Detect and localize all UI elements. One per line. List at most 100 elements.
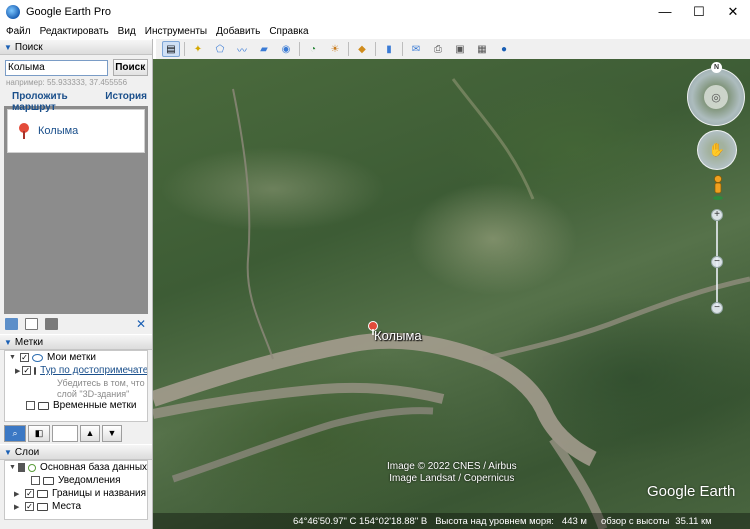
layer-row-primary-db[interactable]: ▼ Основная база данных — [5, 461, 147, 474]
menu-view[interactable]: Вид — [118, 26, 136, 37]
checkbox[interactable]: ✓ — [20, 353, 29, 362]
layers-panel-header[interactable]: ▼ Слои — [0, 444, 152, 460]
view-in-maps-icon[interactable]: ▦ — [473, 41, 491, 57]
search-button[interactable]: Поиск — [112, 59, 148, 76]
ruler-icon[interactable]: ▮ — [380, 41, 398, 57]
print-icon[interactable] — [45, 318, 58, 330]
minimize-button[interactable]: — — [648, 0, 682, 23]
window-title: Google Earth Pro — [26, 5, 111, 18]
look-around-icon[interactable]: ◎ — [704, 85, 728, 109]
places-panel-header[interactable]: ▼ Метки — [0, 334, 152, 350]
checkbox[interactable]: ✓ — [22, 366, 32, 375]
earth-gallery-icon[interactable]: ● — [495, 41, 513, 57]
tree-row-temporary[interactable]: Временные метки — [5, 399, 147, 412]
credit-line: Image Landsat / Copernicus — [389, 473, 515, 484]
search-input[interactable]: Колыма — [5, 59, 108, 76]
copy-icon[interactable] — [25, 318, 38, 330]
sidebar-toggle-icon[interactable]: ▤ — [162, 41, 180, 57]
history-link[interactable]: История — [105, 91, 147, 106]
historical-imagery-icon[interactable]: ◔ — [304, 41, 322, 57]
checkbox[interactable] — [26, 401, 35, 410]
zoom-slider[interactable]: + − − — [711, 209, 723, 319]
collapse-triangle-icon[interactable]: ▼ — [4, 338, 12, 347]
move-down-icon[interactable]: ▼ — [102, 424, 122, 442]
sidebar: ▼ Поиск Колыма Поиск например: 55.933333… — [0, 39, 153, 529]
layer-label[interactable]: Места — [52, 501, 81, 512]
tree-label[interactable]: Временные метки — [53, 400, 136, 411]
folder-add-icon[interactable] — [5, 318, 18, 330]
menu-add[interactable]: Добавить — [216, 26, 260, 37]
search-panel-title: Поиск — [14, 41, 43, 53]
tree-label[interactable]: Мои метки — [47, 352, 96, 363]
map-place-label[interactable]: Колыма — [374, 328, 422, 343]
tree-label-link[interactable]: Тур по достопримечате — [40, 365, 147, 376]
map-view[interactable]: Колыма Image © 2022 CNES / Airbus Image … — [153, 59, 750, 529]
maximize-button[interactable]: ☐ — [682, 0, 716, 23]
search-result-label[interactable]: Колыма — [38, 125, 78, 137]
add-image-overlay-icon[interactable]: ▰ — [255, 41, 273, 57]
folder-icon — [34, 366, 37, 375]
layer-label[interactable]: Уведомления — [58, 475, 121, 486]
credit-line: Image © 2022 CNES / Airbus — [387, 461, 517, 472]
north-indicator[interactable]: N — [711, 62, 722, 73]
eye-altitude-value: 35.11 км — [675, 515, 712, 527]
add-placemark-icon[interactable]: ✦ — [189, 41, 207, 57]
checkbox[interactable] — [31, 476, 40, 485]
tree-note: Убедитесь в том, что — [57, 377, 145, 388]
elevation-value: 443 м — [561, 515, 587, 527]
search-in-places-icon[interactable]: ⌕ — [4, 424, 26, 442]
save-image-icon[interactable]: ▣ — [451, 41, 469, 57]
planets-icon[interactable]: ◆ — [353, 41, 371, 57]
email-icon[interactable]: ✉ — [407, 41, 425, 57]
menu-file[interactable]: Файл — [6, 26, 31, 37]
layer-row-borders[interactable]: ▶ ✓ Границы и названия — [5, 487, 147, 500]
expand-arrow-icon[interactable]: ▶ — [14, 490, 23, 498]
notification-icon — [43, 476, 54, 485]
expand-arrow-icon[interactable]: ▼ — [9, 464, 16, 471]
zoom-out-icon[interactable]: − — [711, 302, 723, 314]
layer-row-places[interactable]: ▶ ✓ Места — [5, 500, 147, 513]
search-result-item[interactable]: Колыма — [7, 109, 145, 153]
checkbox[interactable] — [17, 463, 25, 472]
google-earth-logo: Google Earth — [647, 483, 736, 500]
expand-arrow-icon[interactable]: ▶ — [14, 503, 23, 511]
route-link[interactable]: Проложить маршрут — [12, 91, 105, 113]
search-tools: ✕ — [0, 314, 152, 334]
imagery-credits: Image © 2022 CNES / Airbus Image Landsat… — [387, 461, 517, 485]
expand-arrow-icon[interactable]: ▶ — [15, 367, 20, 375]
close-button[interactable]: ✕ — [716, 0, 750, 23]
layer-row-notifications[interactable]: Уведомления — [5, 474, 147, 487]
move-up-icon[interactable]: ▲ — [80, 424, 100, 442]
places-toolbar: ⌕ ◧ ▲ ▼ — [0, 422, 152, 444]
print-icon[interactable]: ⎙ — [429, 41, 447, 57]
search-panel-header[interactable]: ▼ Поиск — [0, 39, 152, 55]
tree-row-my-places[interactable]: ▼ ✓ Мои метки — [5, 351, 147, 364]
record-tour-icon[interactable]: ◉ — [277, 41, 295, 57]
search-hint: например: 55.933333, 37.455556 — [6, 78, 128, 87]
panel-toggle-icon[interactable]: ◧ — [28, 424, 50, 442]
places-filter-input[interactable] — [52, 424, 78, 442]
move-control-hand-icon[interactable]: ✋ — [697, 130, 737, 170]
zoom-slider-handle[interactable]: − — [711, 256, 723, 268]
pegman-icon[interactable] — [712, 175, 724, 201]
add-polygon-icon[interactable]: ⬠ — [211, 41, 229, 57]
tree-row-tour[interactable]: ▶ ✓ Тур по достопримечате — [5, 364, 147, 377]
places-icon — [37, 502, 48, 511]
layer-label[interactable]: Основная база данных — [40, 462, 147, 473]
clear-search-icon[interactable]: ✕ — [136, 317, 146, 331]
zoom-in-icon[interactable]: + — [711, 209, 723, 221]
checkbox[interactable]: ✓ — [25, 489, 34, 498]
menu-help[interactable]: Справка — [269, 26, 308, 37]
layer-label[interactable]: Границы и названия — [52, 488, 146, 499]
expand-arrow-icon[interactable]: ▼ — [9, 354, 18, 361]
checkbox[interactable]: ✓ — [25, 502, 34, 511]
layers-tree: ▼ Основная база данных Уведомления ▶ ✓ Г… — [4, 460, 148, 520]
collapse-triangle-icon[interactable]: ▼ — [4, 43, 12, 52]
add-path-icon[interactable]: 〰 — [233, 41, 251, 57]
collapse-triangle-icon[interactable]: ▼ — [4, 448, 12, 457]
menu-tools[interactable]: Инструменты — [145, 26, 207, 37]
sunlight-icon[interactable]: ☀ — [326, 41, 344, 57]
coordinates-readout: 64°46'50.97" С 154°02'18.88" В — [293, 515, 428, 527]
menu-edit[interactable]: Редактировать — [40, 26, 109, 37]
menu-bar: Файл Редактировать Вид Инструменты Добав… — [0, 23, 750, 39]
